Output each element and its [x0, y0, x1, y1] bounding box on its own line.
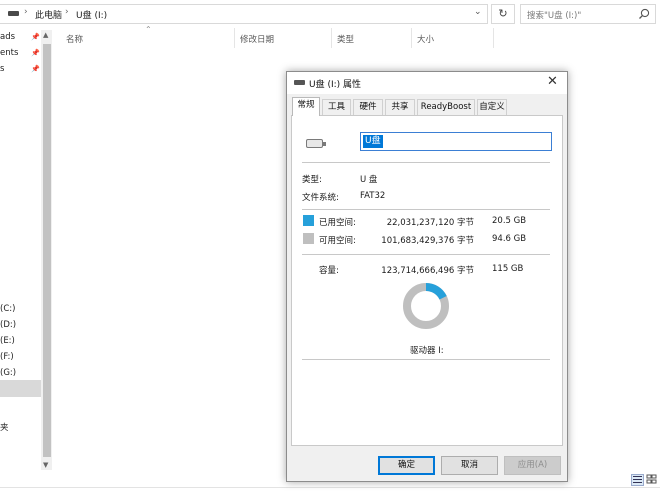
disk-usage-donut	[403, 283, 449, 329]
filesystem-label: 文件系统:	[302, 193, 339, 203]
pin-icon: 📌	[31, 49, 40, 57]
column-divider[interactable]	[234, 28, 235, 48]
separator	[302, 162, 550, 163]
scroll-down-icon[interactable]: ▼	[43, 461, 48, 469]
search-placeholder: 搜索"U盘 (I:)"	[527, 11, 582, 21]
free-space-bytes: 101,683,429,376 字节	[381, 236, 474, 246]
nav-item-documents[interactable]: ents	[0, 48, 18, 58]
search-icon	[639, 8, 650, 19]
column-divider[interactable]	[493, 28, 494, 48]
nav-item-drive-f[interactable]: (F:)	[0, 352, 14, 362]
free-space-label: 可用空间:	[319, 236, 356, 246]
nav-scrollbar-thumb[interactable]	[43, 44, 51, 457]
large-icons-view-icon	[646, 474, 657, 484]
scroll-up-icon[interactable]: ▲	[43, 31, 48, 39]
refresh-button[interactable]: ↻	[491, 4, 515, 24]
details-view-icon	[633, 476, 642, 483]
tab-hardware[interactable]: 硬件	[353, 99, 383, 115]
close-icon[interactable]: ✕	[547, 74, 558, 89]
cancel-button[interactable]: 取消	[441, 456, 498, 475]
nav-item-drive-e[interactable]: (E:)	[0, 336, 15, 346]
pin-icon: 📌	[31, 65, 40, 73]
pin-icon: 📌	[31, 33, 40, 41]
nav-item-folder[interactable]: 夹	[0, 421, 9, 433]
general-tab-panel: U盘 类型: U 盘 文件系统: FAT32 已用空间: 22,031,237,…	[291, 115, 563, 446]
breadcrumb-this-pc[interactable]: 此电脑	[35, 8, 62, 21]
nav-item-pictures[interactable]: s	[0, 64, 4, 74]
column-divider[interactable]	[331, 28, 332, 48]
capacity-bytes: 123,714,666,496 字节	[381, 266, 474, 276]
nav-item-downloads[interactable]: ads	[0, 32, 15, 42]
nav-item-selected[interactable]	[0, 380, 41, 397]
tab-sharing[interactable]: 共享	[385, 99, 415, 115]
type-label: 类型:	[302, 175, 322, 185]
used-space-bytes: 22,031,237,120 字节	[386, 218, 474, 228]
capacity-size: 115 GB	[492, 264, 524, 274]
ok-button[interactable]: 确定	[378, 456, 435, 475]
sort-ascending-icon: ⌃	[145, 25, 152, 34]
used-space-label: 已用空间:	[319, 218, 356, 228]
column-divider[interactable]	[411, 28, 412, 48]
details-view-button[interactable]	[631, 474, 644, 486]
column-header-name[interactable]: 名称	[66, 33, 83, 45]
tab-customize[interactable]: 自定义	[477, 99, 507, 115]
tab-general[interactable]: 常规	[292, 97, 320, 116]
separator	[302, 209, 550, 210]
type-value: U 盘	[360, 175, 378, 185]
breadcrumb-separator: ›	[24, 7, 28, 17]
drive-icon	[294, 80, 305, 85]
separator	[302, 254, 550, 255]
used-space-size: 20.5 GB	[492, 216, 527, 226]
address-bar[interactable]	[0, 4, 488, 24]
free-space-size: 94.6 GB	[492, 234, 527, 244]
tab-readyboost[interactable]: ReadyBoost	[417, 99, 475, 115]
tab-tools[interactable]: 工具	[322, 99, 351, 115]
apply-button[interactable]: 应用(A)	[504, 456, 561, 475]
breadcrumb-separator: ›	[65, 7, 69, 17]
free-space-swatch	[303, 233, 314, 244]
dialog-title: U盘 (I:) 属性	[309, 80, 362, 90]
column-header-type[interactable]: 类型	[337, 33, 354, 45]
properties-dialog: U盘 (I:) 属性 ✕ 常规 工具 硬件 共享 ReadyBoost 自定义 …	[286, 71, 568, 482]
column-header-date[interactable]: 修改日期	[240, 33, 274, 45]
used-space-swatch	[303, 215, 314, 226]
breadcrumb-usb-drive[interactable]: U盘 (I:)	[76, 8, 107, 21]
separator	[302, 359, 550, 360]
usb-drive-icon-plug	[322, 142, 326, 146]
drive-icon	[8, 11, 19, 16]
nav-item-drive-d[interactable]: (D:)	[0, 320, 16, 330]
drive-name-field[interactable]: U盘	[360, 132, 552, 151]
status-bar-divider	[0, 487, 660, 488]
large-icons-view-button[interactable]	[646, 474, 659, 486]
capacity-label: 容量:	[319, 266, 339, 276]
nav-item-drive-g[interactable]: (G:)	[0, 368, 16, 378]
usb-drive-icon	[306, 139, 323, 148]
nav-item-drive-c[interactable]: (C:)	[0, 304, 15, 314]
column-header-size[interactable]: 大小	[417, 33, 434, 45]
filesystem-value: FAT32	[360, 191, 386, 201]
search-input[interactable]: 搜索"U盘 (I:)"	[520, 4, 656, 24]
drive-letter-label: 驱动器 I:	[410, 346, 444, 356]
drive-name-value: U盘	[363, 135, 383, 148]
address-history-dropdown-icon[interactable]: ⌄	[474, 7, 482, 17]
